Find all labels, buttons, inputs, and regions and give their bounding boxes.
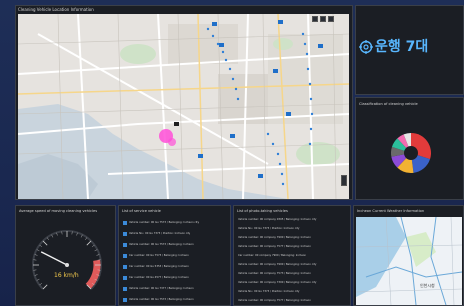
map-layer-button[interactable]	[312, 16, 318, 22]
photo-vehicle-row[interactable]: Vehicle number: 00 company 7900 / Belong…	[238, 236, 347, 239]
truck-icon	[123, 264, 127, 269]
speed-readout: 16 km/h	[54, 272, 79, 279]
photo-vehicle-row[interactable]: Vehicle number: 00 company 7573 / Belong…	[238, 272, 347, 275]
truck-icon	[123, 253, 127, 258]
vehicle-marker	[230, 134, 235, 138]
service-vehicle-title: List of service vehicle	[122, 209, 161, 213]
photo-vehicle-panel: List of photo-taking vehicles Vehicle nu…	[233, 205, 351, 306]
vehicle-marker	[174, 122, 179, 126]
gauge-hub	[65, 263, 69, 267]
gauge-needle	[40, 251, 68, 266]
photo-vehicle-row[interactable]: Vehicle number: 00 company 7577 / Belong…	[238, 299, 347, 302]
average-speed-panel: Average speed of moving cleaning vehicle…	[15, 205, 116, 306]
weather-map-label: 인천시청	[420, 283, 435, 288]
gauge-tick	[42, 284, 48, 290]
map-settings-button[interactable]	[320, 16, 326, 22]
service-vehicle-panel: List of service vehicle Vehicle number: …	[118, 205, 231, 306]
average-speed-title: Average speed of moving cleaning vehicle…	[19, 209, 98, 213]
classification-pie-chart	[391, 133, 431, 173]
highlight-area	[168, 138, 176, 146]
service-vehicle-text: Vehicle number: 00 Gu 7377 / Belonging: …	[129, 287, 194, 290]
service-vehicle-row[interactable]: Car number: 00 Gu 5353 / Belonging: Inch…	[123, 262, 227, 271]
weather-title: Incheon Current Weather Information	[357, 209, 425, 213]
operating-count-panel: 운행 7대	[355, 5, 464, 95]
vehicle-marker	[212, 22, 217, 26]
target-icon	[359, 40, 373, 54]
map-zoom-control[interactable]	[341, 175, 347, 186]
service-vehicle-text: Vehicle No.: 00 Gu 7373 / Position: Inch…	[129, 232, 191, 235]
photo-vehicle-row[interactable]: Vehicle number: 00 company 7900 / Belong…	[238, 263, 347, 266]
speed-gauge	[32, 230, 102, 290]
map-fullscreen-button[interactable]	[328, 16, 334, 22]
service-vehicle-row[interactable]: Vehicle No.: 00 Gu 7373 / Position: Inch…	[123, 229, 227, 238]
truck-icon	[123, 297, 127, 302]
photo-vehicle-row[interactable]: Vehicle number: 00 company 0305 / Belong…	[238, 218, 347, 221]
truck-icon	[123, 231, 127, 236]
service-vehicle-text: Vehicle number: 00 Gu 7573 / Belonging: …	[129, 298, 194, 301]
service-vehicle-row[interactable]: Vehicle number: 00 Gu 7573 / Belonging: …	[123, 240, 227, 249]
map-drawing	[18, 14, 349, 199]
photo-vehicle-row[interactable]: Vehicle number: 00 company 7300 / Belong…	[238, 281, 347, 284]
photo-vehicle-row[interactable]: Car number: 00 company 7900 / Belonging:…	[238, 254, 347, 257]
photo-vehicle-row[interactable]: Vehicle No.: 00 Gu 7373 / Position: Inch…	[238, 290, 347, 293]
service-vehicle-row[interactable]: Vehicle number: 00 Gu 7377 / Belonging: …	[123, 284, 227, 293]
vehicle-classification-panel: Classification of cleaning vehicle	[355, 97, 464, 200]
service-vehicle-row[interactable]: Vehicle number: 00 Gu 7573 / Belonging: …	[123, 295, 227, 304]
park-area	[120, 44, 156, 64]
weather-panel: Incheon Current Weather Information 인천시청	[353, 205, 464, 306]
pie-center	[404, 146, 418, 160]
weather-map[interactable]	[356, 217, 462, 305]
park-area	[273, 38, 293, 50]
truck-icon	[123, 220, 127, 225]
photo-vehicle-title: List of photo-taking vehicles	[237, 209, 288, 213]
gauge-tick	[86, 240, 92, 246]
truck-icon	[123, 275, 127, 280]
vehicle-marker	[286, 112, 291, 116]
photo-vehicle-row[interactable]: Vehicle number: 00 company 7577 / Belong…	[238, 245, 347, 248]
truck-icon	[123, 242, 127, 247]
vehicle-marker	[318, 44, 323, 48]
vehicle-marker	[198, 154, 203, 158]
gauge-danger-zone	[85, 259, 101, 289]
vehicle-location-map[interactable]	[18, 14, 349, 199]
photo-vehicle-row[interactable]: Vehicle No.: 00 Gu 7373 / Position: Inch…	[238, 227, 347, 230]
vehicle-marker	[278, 20, 283, 24]
service-vehicle-row[interactable]: Car number: 00 Gu 4577 / Belonging: Inch…	[123, 273, 227, 282]
vehicle-location-title: Cleaning Vehicle Location Information	[18, 7, 94, 12]
service-vehicle-text: Car number: 00 Gu 7573 / Belonging: Inch…	[129, 254, 189, 257]
service-vehicle-text: Car number: 00 Gu 4577 / Belonging: Inch…	[129, 276, 189, 279]
truck-icon	[123, 286, 127, 291]
vehicle-marker	[273, 69, 278, 73]
operating-count-label: 운행 7대	[375, 39, 429, 55]
gauge-tick	[42, 240, 48, 246]
service-vehicle-text: Vehicle number: 00 Gu 7573 / Belonging: …	[129, 243, 194, 246]
service-vehicle-row[interactable]: Car number: 00 Gu 7573 / Belonging: Inch…	[123, 251, 227, 260]
vehicle-classification-title: Classification of cleaning vehicle	[359, 102, 418, 106]
service-vehicle-text: Vehicle number: 00 Gu 7573 / Belonging: …	[129, 221, 200, 224]
service-vehicle-text: Car number: 00 Gu 5353 / Belonging: Inch…	[129, 265, 189, 268]
vehicle-marker	[219, 43, 224, 47]
vehicle-marker	[258, 174, 263, 178]
service-vehicle-row[interactable]: Vehicle number: 00 Gu 7573 / Belonging: …	[123, 218, 227, 227]
